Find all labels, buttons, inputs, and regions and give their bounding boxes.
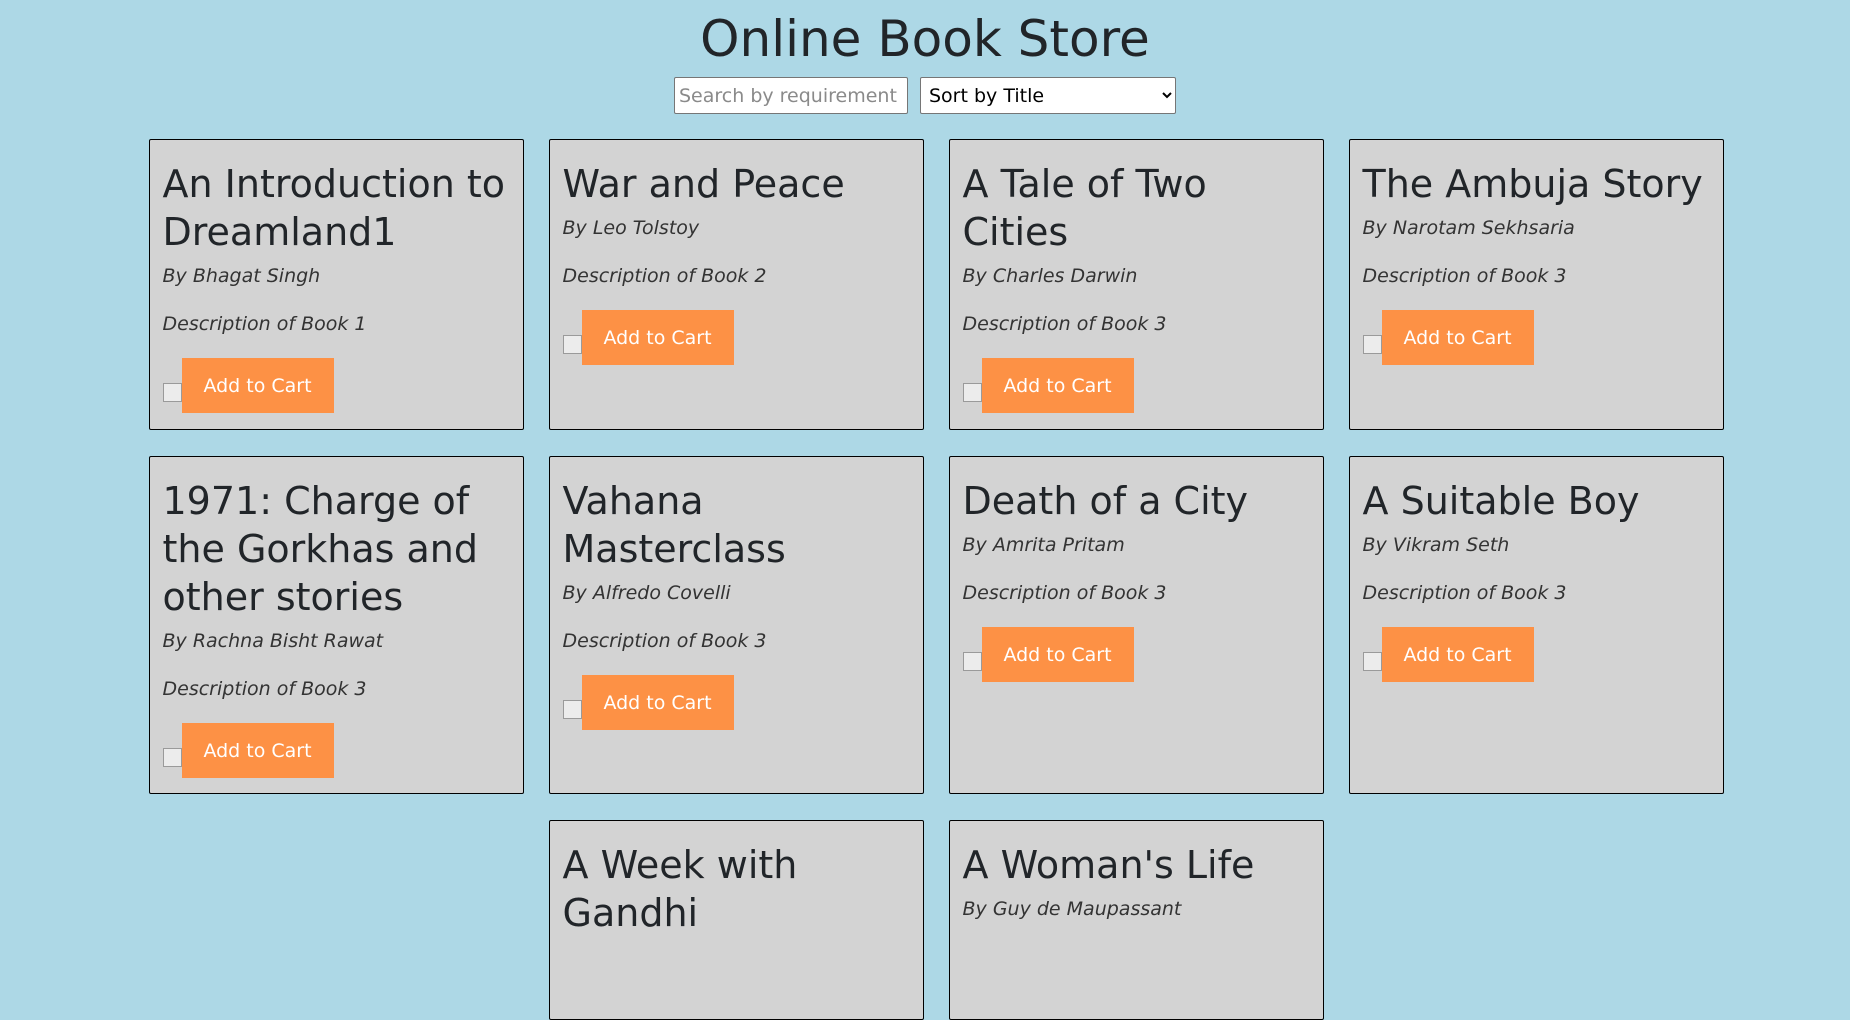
- add-to-cart-button[interactable]: Add to Cart: [181, 358, 334, 413]
- book-title: A Woman's Life: [962, 843, 1255, 887]
- book-description: Description of Book 3: [562, 630, 767, 652]
- book-description: Description of Book 3: [1362, 265, 1567, 287]
- card-actions: Add to Cart: [162, 723, 510, 778]
- add-to-cart-button[interactable]: Add to Cart: [1381, 310, 1534, 365]
- book-title: A Suitable Boy: [1362, 479, 1640, 523]
- card-actions: Add to Cart: [962, 358, 1310, 413]
- book-card: 1971: Charge of the Gorkhas and other st…: [148, 456, 524, 794]
- book-description: Description of Book 2: [562, 265, 767, 287]
- card-actions: Add to Cart: [1362, 627, 1710, 682]
- search-input[interactable]: [674, 77, 908, 114]
- page-title: Online Book Store: [700, 10, 1150, 68]
- book-card: An Introduction to Dreamland1 By Bhagat …: [148, 139, 524, 430]
- card-actions: Add to Cart: [562, 675, 910, 730]
- book-description: Description of Book 3: [962, 582, 1167, 604]
- book-card: Vahana Masterclass By Alfredo Covelli De…: [548, 456, 924, 794]
- broken-image-icon: [162, 748, 182, 767]
- book-title: A Week with Gandhi: [562, 843, 798, 935]
- book-card: A Woman's Life By Guy de Maupassant: [948, 820, 1324, 1020]
- broken-image-icon: [962, 383, 982, 402]
- book-author: By Alfredo Covelli: [562, 582, 731, 604]
- broken-image-icon: [562, 335, 582, 354]
- book-title: Death of a City: [962, 479, 1249, 523]
- card-actions: Add to Cart: [162, 358, 510, 413]
- book-author: By Rachna Bisht Rawat: [162, 630, 384, 652]
- book-title: Vahana Masterclass: [562, 479, 786, 571]
- book-author: By Bhagat Singh: [162, 265, 321, 287]
- add-to-cart-button[interactable]: Add to Cart: [181, 723, 334, 778]
- broken-image-icon: [1362, 652, 1382, 671]
- book-author: By Vikram Seth: [1362, 534, 1510, 556]
- broken-image-icon: [962, 652, 982, 671]
- book-title: An Introduction to Dreamland1: [162, 162, 506, 254]
- book-card: Death of a City By Amrita Pritam Descrip…: [948, 456, 1324, 794]
- book-description: Description of Book 1: [162, 313, 367, 335]
- book-card: The Ambuja Story By Narotam Sekhsaria De…: [1348, 139, 1724, 430]
- add-to-cart-button[interactable]: Add to Cart: [981, 627, 1134, 682]
- book-title: 1971: Charge of the Gorkhas and other st…: [162, 479, 479, 619]
- book-title: The Ambuja Story: [1362, 162, 1703, 206]
- book-author: By Leo Tolstoy: [562, 217, 700, 239]
- card-actions: Add to Cart: [1362, 310, 1710, 365]
- book-description: Description of Book 3: [1362, 582, 1567, 604]
- book-card: A Suitable Boy By Vikram Seth Descriptio…: [1348, 456, 1724, 794]
- broken-image-icon: [162, 383, 182, 402]
- add-to-cart-button[interactable]: Add to Cart: [581, 310, 734, 365]
- add-to-cart-button[interactable]: Add to Cart: [1381, 627, 1534, 682]
- card-actions: Add to Cart: [562, 310, 910, 365]
- book-author: By Amrita Pritam: [962, 534, 1125, 556]
- book-description: Description of Book 3: [162, 678, 367, 700]
- book-author: By Charles Darwin: [962, 265, 1138, 287]
- book-grid: An Introduction to Dreamland1 By Bhagat …: [148, 139, 1724, 1020]
- book-description: Description of Book 3: [962, 313, 1167, 335]
- book-card: A Tale of Two Cities By Charles Darwin D…: [948, 139, 1324, 430]
- add-to-cart-button[interactable]: Add to Cart: [981, 358, 1134, 413]
- book-card: War and Peace By Leo Tolstoy Description…: [548, 139, 924, 430]
- broken-image-icon: [1362, 335, 1382, 354]
- toolbar: Sort by Title: [0, 77, 1850, 114]
- book-author: By Guy de Maupassant: [962, 898, 1182, 920]
- sort-select[interactable]: Sort by Title: [920, 77, 1176, 114]
- card-actions: Add to Cart: [962, 627, 1310, 682]
- book-title: A Tale of Two Cities: [962, 162, 1207, 254]
- book-title: War and Peace: [562, 162, 845, 206]
- book-card: A Week with Gandhi: [548, 820, 924, 1020]
- broken-image-icon: [562, 700, 582, 719]
- add-to-cart-button[interactable]: Add to Cart: [581, 675, 734, 730]
- book-author: By Narotam Sekhsaria: [1362, 217, 1575, 239]
